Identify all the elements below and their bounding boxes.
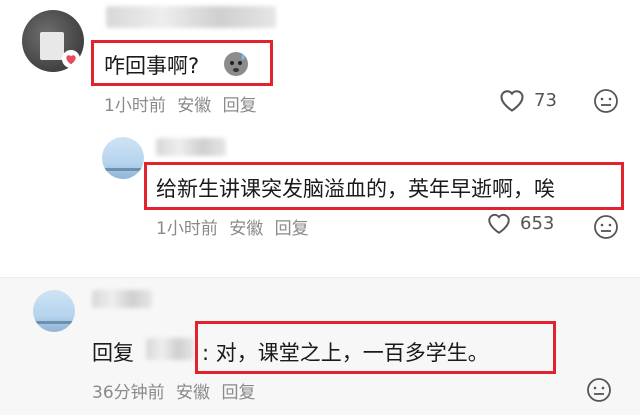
- comment-3-reply-button[interactable]: 回复: [221, 383, 255, 403]
- comment-2-text: 给新生讲课突发脑溢血的，英年早逝啊，唉: [156, 177, 555, 201]
- comment-2-like-count: 653: [520, 212, 555, 234]
- heart-outline-icon: [500, 90, 524, 112]
- comment-2-reply-button[interactable]: 回复: [275, 219, 309, 239]
- avatar-commenter-2[interactable]: [102, 137, 144, 179]
- comment-1-time: 1小时前: [104, 96, 166, 116]
- cold-sweat-emoji: [221, 48, 251, 78]
- comment-3-time: 36分钟前: [92, 383, 165, 403]
- comment-1-meta: 1小时前 安徽 回复: [104, 91, 263, 116]
- username-2-blurred[interactable]: [156, 138, 226, 156]
- avatar-commenter-3[interactable]: [33, 290, 75, 332]
- username-1-blurred[interactable]: [106, 6, 276, 28]
- mentioned-user-blurred[interactable]: [146, 338, 194, 360]
- comment-1-like-button[interactable]: 73: [498, 87, 557, 113]
- heart-outline-icon: [488, 213, 510, 234]
- heart-badge-icon: [62, 50, 80, 68]
- comment-1-location: 安徽: [177, 96, 212, 116]
- section-divider: [0, 277, 640, 278]
- comment-1-reply-button[interactable]: 回复: [223, 96, 257, 116]
- username-3-blurred[interactable]: [92, 290, 152, 308]
- comment-3-location: 安徽: [176, 383, 211, 403]
- comment-1-like-count: 73: [534, 89, 557, 111]
- comment-2-meta: 1小时前 安徽 回复: [156, 214, 315, 239]
- emoji-reaction-icon[interactable]: [586, 377, 612, 407]
- emoji-reaction-icon[interactable]: [593, 214, 619, 244]
- comment-1-text: 咋回事啊?: [104, 54, 200, 78]
- comment-3-meta: 36分钟前 安徽 回复: [92, 378, 261, 403]
- comment-3-text: : 对，课堂之上，一百多学生。: [202, 341, 489, 365]
- emoji-reaction-icon[interactable]: [593, 88, 619, 118]
- comment-2-like-button[interactable]: 653: [486, 211, 554, 235]
- comment-2-time: 1小时前: [156, 219, 218, 239]
- comment-3-reply-prefix: 回复: [92, 341, 134, 365]
- comment-2-location: 安徽: [229, 219, 264, 239]
